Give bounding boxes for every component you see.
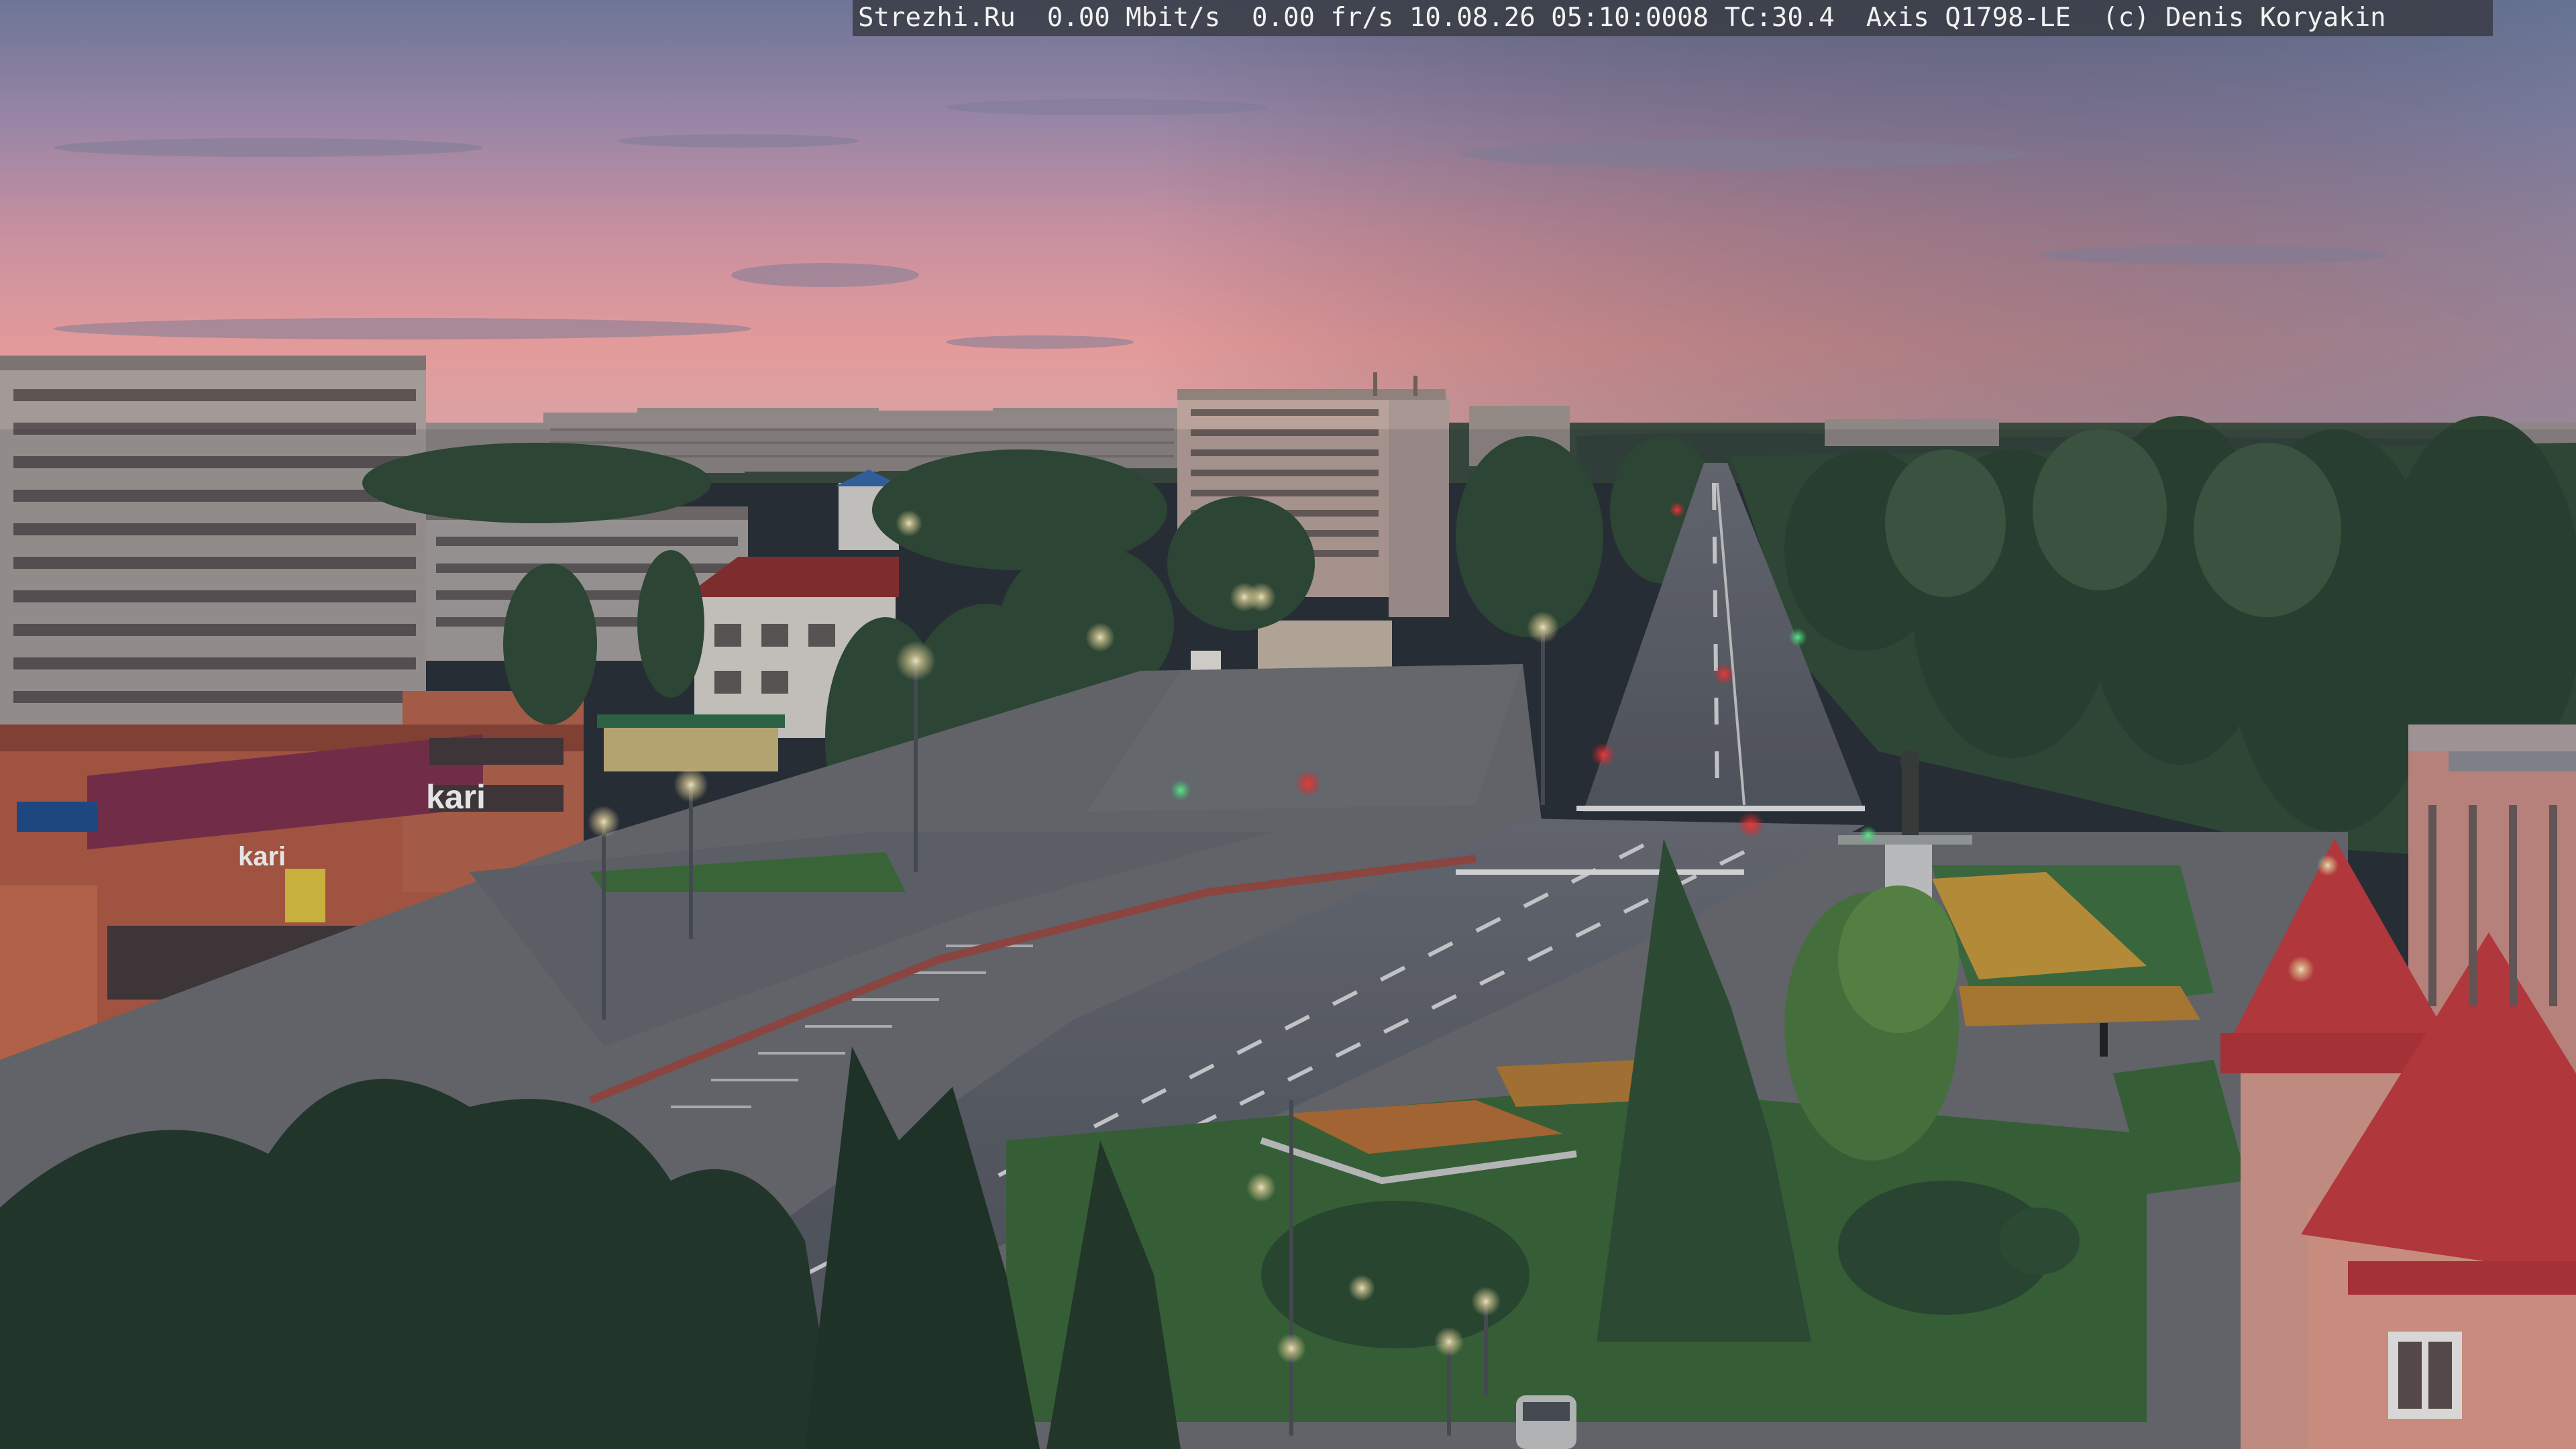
webcam-scene: kari kari bbox=[0, 0, 2576, 1449]
timestamp: 10.08.26 05:10:0008 bbox=[1409, 3, 1709, 33]
camera-info-overlay: Strezhi.Ru 0.00 Mbit/s 0.00 fr/s 10.08.2… bbox=[853, 0, 2493, 36]
camera-model: Axis Q1798-LE bbox=[1866, 3, 2072, 33]
tc-readout: TC:30.4 bbox=[1724, 3, 1835, 33]
framerate-readout: 0.00 fr/s bbox=[1252, 3, 1394, 33]
dusk-tint bbox=[0, 429, 2576, 1449]
site-name: Strezhi.Ru bbox=[858, 3, 1016, 33]
bitrate-readout: 0.00 Mbit/s bbox=[1046, 3, 1221, 33]
copyright-text: (c) Denis Koryakin bbox=[2102, 3, 2386, 33]
